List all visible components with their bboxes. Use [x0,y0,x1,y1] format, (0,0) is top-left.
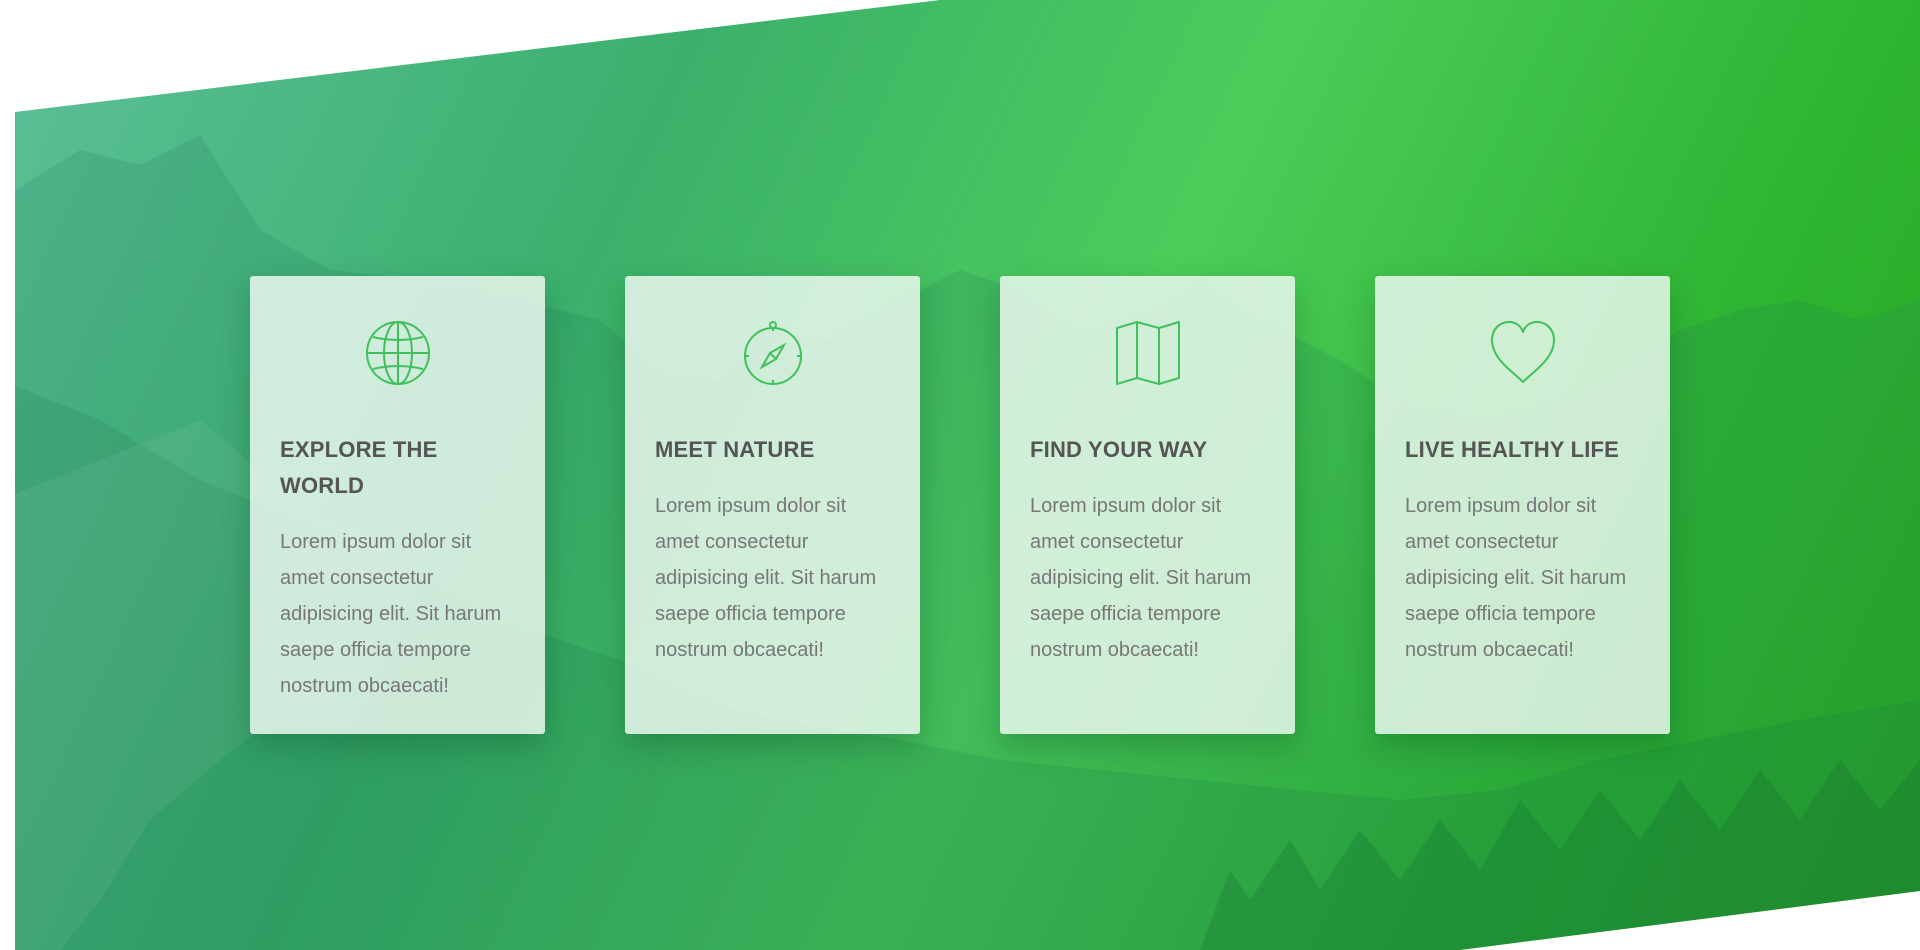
feature-description: Lorem ipsum dolor sit amet consectetur a… [1405,495,1627,661]
feature-cards: Explore the world Lorem ipsum dolor sit … [250,276,1670,734]
feature-card-explore: Explore the world Lorem ipsum dolor sit … [250,276,545,734]
globe-icon [363,318,433,388]
feature-description: Lorem ipsum dolor sit amet consectetur a… [1030,495,1252,661]
feature-card-health: Live healthy life Lorem ipsum dolor sit … [1375,276,1670,734]
feature-card-nature: Meet nature Lorem ipsum dolor sit amet c… [625,276,920,734]
feature-title: Meet nature [655,437,815,462]
feature-description: Lorem ipsum dolor sit amet consectetur a… [280,531,502,697]
compass-icon [738,318,808,388]
feature-card-way: Find your way Lorem ipsum dolor sit amet… [1000,276,1295,734]
map-icon [1113,318,1183,388]
heart-icon [1488,318,1558,388]
feature-title: Find your way [1030,437,1208,462]
features-section: Explore the world Lorem ipsum dolor sit … [15,0,1920,950]
feature-description: Lorem ipsum dolor sit amet consectetur a… [655,495,877,661]
feature-title: Live healthy life [1405,437,1620,462]
feature-title: Explore the world [280,437,438,498]
